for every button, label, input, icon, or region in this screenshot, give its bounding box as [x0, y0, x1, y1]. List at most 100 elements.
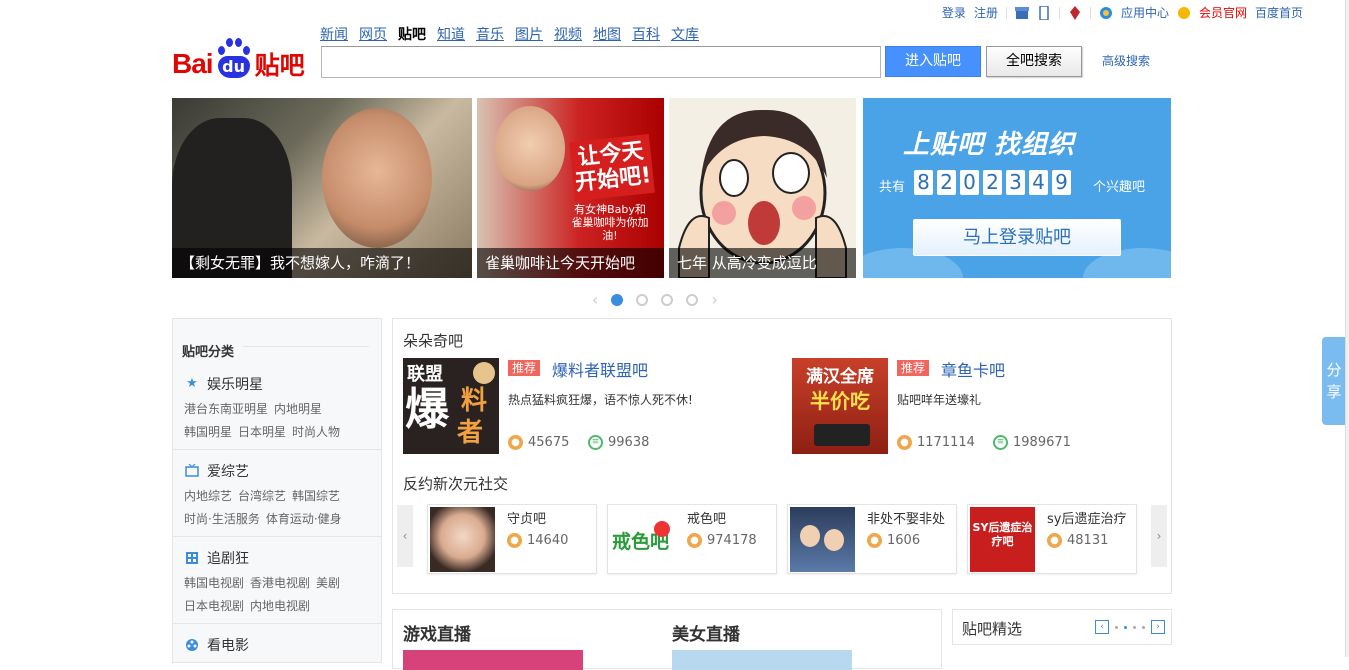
chevron-right-icon[interactable]: › — [1151, 620, 1165, 634]
subcategory-link[interactable]: 韩国综艺 — [292, 487, 340, 504]
nav-music[interactable]: 音乐 — [476, 24, 504, 44]
store-icon[interactable] — [1014, 6, 1029, 20]
category-label[interactable]: 追剧狂 — [207, 548, 249, 568]
featured-image-text: 爆 — [405, 384, 449, 435]
app-center-icon — [1099, 6, 1113, 20]
counter-digit: 3 — [1006, 170, 1025, 195]
app-center-link[interactable]: 应用中心 — [1121, 4, 1169, 21]
user-icon: ● — [507, 533, 522, 548]
enter-tieba-button[interactable]: 进入贴吧 — [885, 46, 981, 77]
chevron-right-icon[interactable]: › — [711, 290, 717, 309]
bar-card-image[interactable] — [430, 507, 495, 572]
login-link[interactable]: 登录 — [942, 4, 966, 21]
search-all-button[interactable]: 全吧搜索 — [986, 46, 1082, 77]
nav-news[interactable]: 新闻 — [320, 24, 348, 44]
banner-3[interactable]: 七年 从高冷变成逗比 — [669, 98, 856, 278]
subcategory-link[interactable]: 美剧 — [316, 574, 340, 591]
carousel-prev-button[interactable]: ‹ — [397, 505, 413, 567]
share-button[interactable]: 分 享 — [1322, 337, 1346, 425]
bar-card-name[interactable]: sy后遗症治疗 — [1047, 508, 1126, 527]
nav-baike[interactable]: 百科 — [632, 24, 660, 44]
user-icon: ● — [1047, 533, 1062, 548]
gem-icon[interactable] — [1068, 5, 1082, 20]
featured-image[interactable]: 满汉全席 半价吃 — [792, 358, 888, 454]
pager-dot[interactable] — [1142, 625, 1145, 629]
search-input[interactable] — [321, 46, 881, 78]
register-link[interactable]: 注册 — [974, 4, 998, 21]
nav-map[interactable]: 地图 — [593, 24, 621, 44]
nav-web[interactable]: 网页 — [359, 24, 387, 44]
bar-card[interactable]: 戒色吧 戒色吧 ● 974178 — [607, 504, 777, 574]
subcategory-link[interactable]: 时尚人物 — [292, 423, 340, 440]
bar-card-name[interactable]: 守贞吧 — [507, 508, 546, 527]
bar-card-image[interactable]: 戒色吧 — [610, 507, 675, 572]
subcategory-link[interactable]: 港台东南亚明星 — [184, 400, 268, 417]
carousel-next-button[interactable]: › — [1151, 505, 1167, 567]
banner-caption: 【剩女无罪】我不想嫁人，咋滴了！ — [172, 248, 472, 278]
chevron-left-icon[interactable]: ‹ — [592, 290, 598, 309]
banner-1[interactable]: 【剩女无罪】我不想嫁人，咋滴了！ — [172, 98, 472, 278]
login-tieba-button[interactable]: 马上登录贴吧 — [913, 219, 1121, 256]
live-thumbnail[interactable] — [403, 650, 583, 670]
member-count-value: 45675 — [528, 435, 570, 450]
baidu-home-link[interactable]: 百度首页 — [1255, 4, 1303, 21]
game-live-title[interactable]: 游戏直播 — [403, 620, 471, 645]
nav-wenku[interactable]: 文库 — [671, 24, 699, 44]
post-count-value: 1989671 — [1013, 435, 1071, 450]
pager-dot[interactable] — [1115, 625, 1118, 629]
bar-card-image[interactable]: SY后遗症治疗吧 — [970, 507, 1035, 572]
nav-video[interactable]: 视频 — [554, 24, 582, 44]
baidu-tieba-logo[interactable]: Bai du 贴吧 — [172, 34, 305, 78]
featured-image[interactable]: 联盟 爆 料 者 — [403, 358, 499, 454]
member-count-value: 974178 — [707, 533, 757, 548]
advanced-search-link[interactable]: 高级搜索 — [1102, 52, 1150, 69]
subcategory-link[interactable]: 体育运动·健身 — [266, 510, 342, 527]
category-label[interactable]: 看电影 — [207, 635, 249, 655]
user-icon: ● — [897, 435, 912, 450]
subcategory-link[interactable]: 韩国明星 — [184, 423, 232, 440]
pager-dot[interactable] — [1133, 625, 1136, 629]
live-thumbnail[interactable] — [672, 650, 852, 670]
slider-dot[interactable] — [636, 293, 649, 306]
subcategory-link[interactable]: 台湾综艺 — [238, 487, 286, 504]
subcategory-link[interactable]: 时尚·生活服务 — [184, 510, 260, 527]
scrollbar[interactable] — [1345, 0, 1349, 657]
subcategory-link[interactable]: 内地综艺 — [184, 487, 232, 504]
subcategory-link[interactable]: 内地明星 — [274, 400, 322, 417]
category-label[interactable]: 娱乐明星 — [207, 374, 263, 394]
slider-dot[interactable] — [611, 293, 624, 306]
bar-card-name[interactable]: 戒色吧 — [687, 508, 726, 527]
subcategory-link[interactable]: 韩国电视剧 — [184, 574, 244, 591]
pager-dot[interactable] — [1124, 625, 1127, 629]
beauty-live-title[interactable]: 美女直播 — [672, 620, 740, 645]
nav-images[interactable]: 图片 — [515, 24, 543, 44]
mobile-icon[interactable] — [1037, 4, 1051, 21]
bar-card[interactable]: SY后遗症治疗吧 sy后遗症治疗 ● 48131 — [967, 504, 1137, 574]
featured-bar-name[interactable]: 章鱼卡吧 — [941, 357, 1005, 381]
subcategory-link[interactable]: 香港电视剧 — [250, 574, 310, 591]
user-icon: ● — [687, 533, 702, 548]
bar-card[interactable]: 非处不娶非处 ● 1606 — [787, 504, 957, 574]
featured-bar-name[interactable]: 爆料者联盟吧 — [552, 357, 648, 381]
slider-dot[interactable] — [661, 293, 674, 306]
vip-link[interactable]: 会员官网 — [1199, 4, 1247, 21]
banner-2[interactable]: 让今天开始吧! 有女神Baby和雀巢咖啡为你加油! 雀巢咖啡让今天开始吧 — [477, 98, 664, 278]
featured-bar-desc: 贴吧咩年送壕礼 — [897, 393, 982, 407]
chevron-left-icon[interactable]: ‹ — [1095, 620, 1109, 634]
bar-card[interactable]: 守贞吧 ● 14640 — [427, 504, 597, 574]
nav-zhidao[interactable]: 知道 — [437, 24, 465, 44]
slider-dot[interactable] — [686, 293, 699, 306]
banner-4[interactable]: 上贴吧 找组织 共有 8 2 0 2 3 4 9 个兴趣吧 马上登录贴吧 — [863, 98, 1171, 278]
featured-bar-2[interactable]: 满汉全席 半价吃 推荐 章鱼卡吧 贴吧咩年送壕礼 ● 1171114 ≡ 1989… — [792, 358, 1162, 454]
member-count-value: 14640 — [527, 533, 569, 548]
category-label[interactable]: 爱综艺 — [207, 461, 249, 481]
subcategory-link[interactable]: 日本电视剧 — [184, 597, 244, 614]
subcategory-link[interactable]: 日本明星 — [238, 423, 286, 440]
nav-tieba[interactable]: 贴吧 — [398, 24, 426, 44]
bar-card-image[interactable] — [790, 507, 855, 572]
bar-card-name[interactable]: 非处不娶非处 — [867, 508, 945, 527]
banner-caption: 七年 从高冷变成逗比 — [669, 248, 856, 278]
member-count-value: 1606 — [887, 533, 921, 548]
subcategory-link[interactable]: 内地电视剧 — [250, 597, 310, 614]
featured-bar-1[interactable]: 联盟 爆 料 者 推荐 爆料者联盟吧 热点猛料疯狂爆，语不惊人死不休! ● 45… — [403, 358, 773, 454]
